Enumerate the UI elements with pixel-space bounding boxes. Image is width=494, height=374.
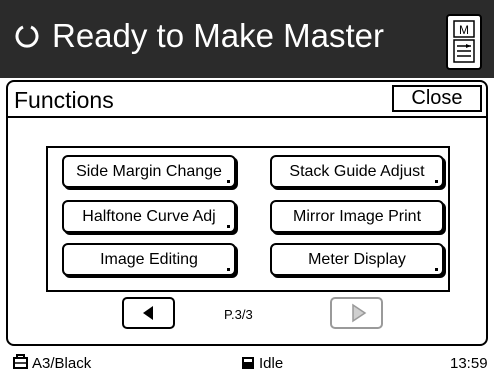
side-margin-change-button[interactable]: Side Margin Change [62,155,236,188]
master-button[interactable]: M [446,14,482,70]
halftone-curve-adj-button[interactable]: Halftone Curve Adj [62,200,236,233]
machine-state: Idle [259,355,284,372]
stack-guide-adjust-button[interactable]: Stack Guide Adjust [270,155,444,188]
submenu-dot-icon [227,225,230,228]
triangle-right-icon [352,303,367,323]
functions-panel: Functions Close Side Margin Change Stack… [6,80,488,346]
status-bar: A3/Black Idle 13:59 [0,350,494,374]
submenu-dot-icon [435,268,438,271]
previous-page-button[interactable] [122,297,175,329]
clock: 13:59 [450,355,488,372]
svg-text:M: M [459,23,469,37]
button-label: Image Editing [100,251,198,268]
drum-icon [13,354,28,369]
panel-header: Functions Close [8,82,486,118]
button-label: Meter Display [308,251,406,268]
paper-status: A3/Black [32,355,92,372]
meter-display-button[interactable]: Meter Display [270,243,444,276]
submenu-dot-icon [227,268,230,271]
page-indicator: P.3/3 [224,307,253,322]
page-title: Ready to Make Master [52,17,384,54]
button-label: Mirror Image Print [292,208,422,225]
button-label: Halftone Curve Adj [82,208,216,225]
button-label: Side Margin Change [76,163,222,180]
next-page-button[interactable] [330,297,383,329]
panel-title: Functions [14,87,114,113]
submenu-dot-icon [435,180,438,183]
square-machine-icon [242,357,254,369]
mirror-image-print-button[interactable]: Mirror Image Print [270,200,444,233]
master-document-icon: M [453,20,475,63]
close-button[interactable]: Close [392,85,482,112]
triangle-left-icon [143,306,153,320]
image-editing-button[interactable]: Image Editing [62,243,236,276]
button-label: Stack Guide Adjust [289,163,425,180]
title-bar: Ready to Make Master M [0,0,494,78]
power-cycle-icon [15,25,39,48]
submenu-dot-icon [227,180,230,183]
